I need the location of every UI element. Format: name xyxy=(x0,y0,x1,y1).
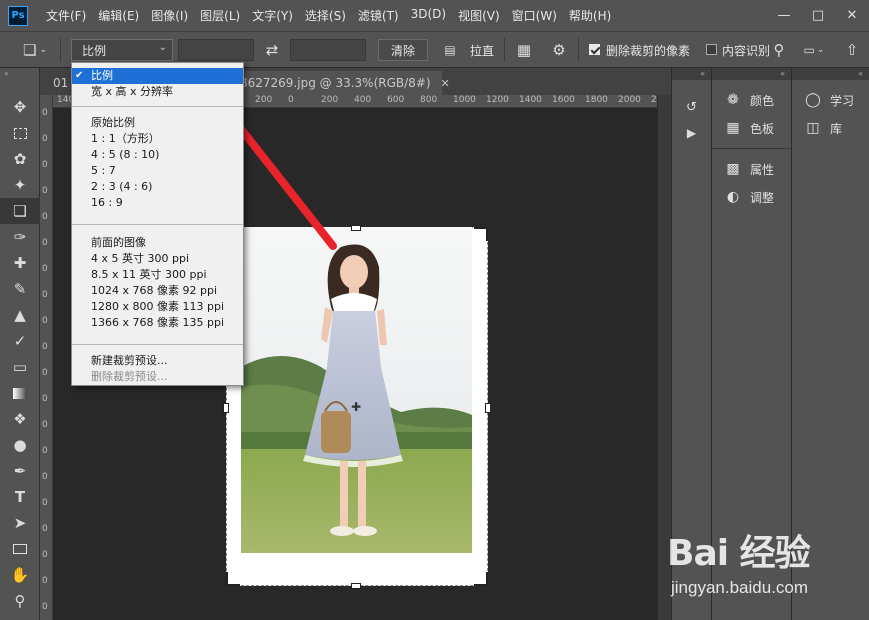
panel-libraries-label: 库 xyxy=(830,121,843,136)
dropdown-item-label: 宽 x 高 x 分辨率 xyxy=(91,85,174,98)
dropdown-item[interactable]: 16 : 9 xyxy=(72,195,243,211)
dropdown-item[interactable]: 4 x 5 英寸 300 ppi xyxy=(72,251,243,267)
history-icon[interactable]: ↺ xyxy=(672,94,711,120)
panel-adjustments-label: 调整 xyxy=(750,190,775,205)
dropdown-separator xyxy=(72,344,243,345)
panel-properties-label: 属性 xyxy=(750,162,775,177)
dropdown-item-label: 删除裁剪预设... xyxy=(91,370,168,383)
adjustments-icon: ◐ xyxy=(726,189,740,205)
dropdown-item-label: 4 x 5 英寸 300 ppi xyxy=(91,252,190,265)
panel-learn-label: 学习 xyxy=(830,93,855,108)
dropdown-item-label: 新建裁剪预设... xyxy=(91,354,168,367)
panel-libraries[interactable]: ◫ 库 xyxy=(792,114,869,142)
crop-ratio-dropdown: ✔ 比例宽 x 高 x 分辨率 原始比例 1 : 1（方形） 4 : 5 (8 : 10… xyxy=(71,62,244,386)
palette-icon: ❁ xyxy=(727,92,739,108)
dropdown-item-label: 1366 x 768 像素 135 ppi xyxy=(91,316,224,329)
lightbulb-icon: ◯ xyxy=(805,92,821,108)
library-icon: ◫ xyxy=(806,120,820,136)
panel-adjustments[interactable]: ◐ 调整 xyxy=(712,183,791,211)
watermark: Bai 经验 jingyan.baidu.com xyxy=(667,520,867,610)
dropdown-item-label: 5 : 7 xyxy=(91,164,116,177)
watermark-url: jingyan.baidu.com xyxy=(671,578,809,597)
dropdown-item-label: 比例 xyxy=(91,69,113,82)
dropdown-item[interactable]: 原始比例 xyxy=(72,115,243,131)
dropdown-item-label: 2 : 3 (4 : 6) xyxy=(91,180,153,193)
panel-color[interactable]: ❁ 颜色 xyxy=(712,86,791,114)
dropdown-item-label: 4 : 5 (8 : 10) xyxy=(91,148,160,161)
dropdown-item[interactable]: 1024 x 768 像素 92 ppi xyxy=(72,283,243,299)
grid-icon: ▦ xyxy=(726,120,740,136)
watermark-brand: Bai 经验 xyxy=(667,533,811,574)
dropdown-separator xyxy=(72,224,243,225)
dropdown-separator xyxy=(72,106,243,107)
panel-swatches[interactable]: ▦ 色板 xyxy=(712,114,791,142)
dropdown-item[interactable]: 4 : 5 (8 : 10) xyxy=(72,147,243,163)
panel-learn[interactable]: ◯ 学习 xyxy=(792,86,869,114)
dropdown-item-label: 1024 x 768 像素 92 ppi xyxy=(91,284,218,297)
dropdown-item-label: 原始比例 xyxy=(91,116,135,129)
dropdown-item-label: 16 : 9 xyxy=(91,196,123,209)
dropdown-item[interactable]: 新建裁剪预设... xyxy=(72,353,243,369)
dropdown-item[interactable]: 8.5 x 11 英寸 300 ppi xyxy=(72,267,243,283)
panel-swatches-label: 色板 xyxy=(750,121,775,136)
properties-icon: ▩ xyxy=(726,161,740,177)
dropdown-item[interactable]: 5 : 7 xyxy=(72,163,243,179)
dropdown-item[interactable]: 前面的图像 xyxy=(72,235,243,251)
collapse-icon[interactable]: « xyxy=(792,68,869,80)
dropdown-item-label: 前面的图像 xyxy=(91,236,146,249)
dropdown-item[interactable]: 1 : 1（方形） xyxy=(72,131,243,147)
dropdown-item[interactable]: 1366 x 768 像素 135 ppi xyxy=(72,315,243,331)
dropdown-item[interactable]: 宽 x 高 x 分辨率 xyxy=(72,84,243,100)
dropdown-item-label: 1 : 1（方形） xyxy=(91,132,160,145)
dropdown-item[interactable]: 1280 x 800 像素 113 ppi xyxy=(72,299,243,315)
separator xyxy=(712,148,791,149)
panel-color-label: 颜色 xyxy=(750,93,775,108)
panel-properties[interactable]: ▩ 属性 xyxy=(712,155,791,183)
collapse-icon[interactable]: « xyxy=(712,68,791,80)
dropdown-item-label: 1280 x 800 像素 113 ppi xyxy=(91,300,224,313)
dropdown-item: 删除裁剪预设... xyxy=(72,369,243,385)
dropdown-item-label: 8.5 x 11 英寸 300 ppi xyxy=(91,268,207,281)
dropdown-item[interactable]: 2 : 3 (4 : 6) xyxy=(72,179,243,195)
collapse-icon[interactable]: « xyxy=(672,68,711,80)
dropdown-item[interactable]: ✔ 比例 xyxy=(72,68,243,84)
check-icon: ✔ xyxy=(75,70,84,81)
actions-play-icon[interactable]: ▶ xyxy=(672,120,711,146)
